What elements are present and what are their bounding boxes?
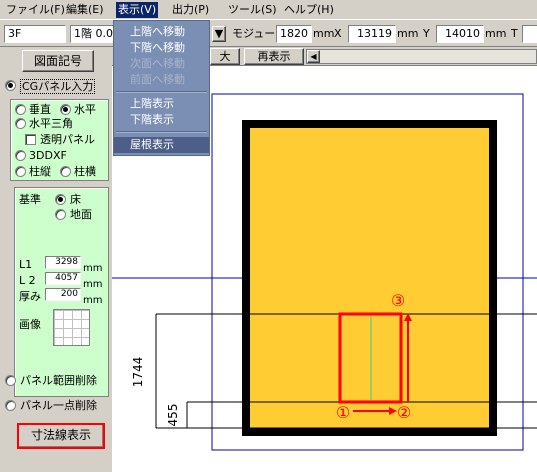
menu-view[interactable]: 表示(V) bbox=[116, 2, 159, 18]
x-label: X bbox=[334, 27, 342, 40]
l1-label: L1 bbox=[19, 258, 33, 271]
module-input[interactable]: 1820 bbox=[276, 25, 312, 43]
step-3-marker: ③ bbox=[391, 291, 405, 310]
image-label: 画像 bbox=[19, 318, 41, 331]
thickness-input[interactable]: 200 bbox=[45, 288, 81, 301]
dimension-1744-label: 1744 bbox=[131, 357, 145, 388]
redisplay-button[interactable]: 再表示 bbox=[244, 48, 304, 65]
x-unit: mm bbox=[397, 27, 419, 40]
y-unit: mm bbox=[485, 27, 507, 40]
floor-select[interactable]: 3F bbox=[4, 25, 66, 43]
horizontal-scrollbar[interactable]: ◀ bbox=[306, 49, 537, 64]
step-2-marker: ② bbox=[397, 403, 411, 422]
base-ground-radio[interactable] bbox=[55, 209, 66, 220]
l1-input[interactable]: 3298 bbox=[45, 256, 81, 269]
dxf-3d-label: 3DDXF bbox=[29, 149, 67, 162]
menu-show-roof[interactable]: 屋根表示 bbox=[114, 137, 209, 153]
menu-bar: ファイル(F) 編集(E) 表示(V) 出力(P) ツール(S) ヘルプ(H) bbox=[0, 0, 537, 20]
y-label: Y bbox=[423, 27, 430, 40]
t-input[interactable] bbox=[522, 25, 537, 43]
view-menu-dropdown: 上階へ移動 下階へ移動 次面へ移動 前面へ移動 上階表示 下階表示 屋根表示 bbox=[113, 20, 210, 156]
column-horizontal-label: 柱横 bbox=[74, 165, 96, 178]
l2-input[interactable]: 4057 bbox=[45, 272, 81, 285]
toolbar: 3F 1階 0.00 ▼ モジュール 1820 mm X 13119 mm Y … bbox=[0, 21, 537, 47]
panel-options-group: 垂直 水平 水平三角 透明パネル 3DDXF 柱縦 柱横 bbox=[10, 99, 109, 181]
chevron-down-icon: ▼ bbox=[214, 27, 224, 40]
dimension-line-button[interactable]: 寸法線表示 bbox=[17, 423, 105, 449]
transparent-panel-label: 透明パネル bbox=[40, 133, 95, 146]
menu-file[interactable]: ファイル(F) bbox=[4, 2, 67, 18]
panel-range-delete-radio[interactable] bbox=[5, 375, 16, 386]
drawing-symbol-button[interactable]: 図面記号 bbox=[22, 50, 94, 72]
t-label: T bbox=[511, 27, 518, 40]
thickness-unit: mm bbox=[83, 295, 103, 306]
roof-panel[interactable] bbox=[242, 120, 497, 436]
base-floor-label: 床 bbox=[70, 193, 81, 206]
y-coordinate-input[interactable]: 14010 bbox=[436, 25, 484, 43]
menu-separator bbox=[116, 131, 207, 133]
panel-point-delete-radio[interactable] bbox=[5, 400, 16, 411]
x-coordinate-input[interactable]: 13119 bbox=[348, 25, 396, 43]
vertical-label: 垂直 bbox=[29, 103, 51, 116]
column-vertical-radio[interactable] bbox=[15, 166, 26, 177]
transparent-panel-checkbox[interactable] bbox=[25, 134, 36, 145]
menu-tools[interactable]: ツール(S) bbox=[226, 2, 279, 18]
menu-move-next-face: 次面へ移動 bbox=[130, 57, 185, 70]
menu-help[interactable]: ヘルプ(H) bbox=[282, 2, 336, 18]
module-unit: mm bbox=[313, 27, 335, 40]
menu-output[interactable]: 出力(P) bbox=[170, 2, 211, 18]
panel-range-delete-label: パネル範囲削除 bbox=[20, 374, 97, 387]
horizontal-triangle-radio[interactable] bbox=[15, 118, 26, 129]
base-settings-group: 基準 床 地面 L1 3298 mm L 2 4057 mm 厚み 200 mm… bbox=[14, 187, 109, 397]
cg-panel-input-radio[interactable] bbox=[5, 80, 16, 91]
left-panel: 図面記号 CGパネル入力 垂直 水平 水平三角 透明パネル 3DDXF 柱縦 柱… bbox=[0, 47, 112, 472]
column-vertical-label: 柱縦 bbox=[29, 165, 51, 178]
horizontal-radio[interactable] bbox=[60, 104, 71, 115]
column-horizontal-radio[interactable] bbox=[60, 166, 71, 177]
base-floor-radio[interactable] bbox=[55, 194, 66, 205]
image-grid-preview[interactable] bbox=[53, 309, 90, 346]
dxf-3d-radio[interactable] bbox=[15, 150, 26, 161]
vertical-radio[interactable] bbox=[15, 104, 26, 115]
menu-separator bbox=[116, 91, 207, 93]
horizontal-triangle-label: 水平三角 bbox=[29, 117, 73, 130]
chevron-left-icon: ◀ bbox=[310, 52, 317, 61]
base-label: 基準 bbox=[19, 193, 41, 206]
menu-show-upper-floor[interactable]: 上階表示 bbox=[114, 96, 209, 112]
l1-unit: mm bbox=[83, 263, 103, 274]
step-1-marker: ① bbox=[336, 403, 350, 422]
base-ground-label: 地面 bbox=[70, 208, 92, 221]
menu-move-lower-floor[interactable]: 下階へ移動 bbox=[114, 40, 209, 56]
menu-show-lower-floor[interactable]: 下階表示 bbox=[114, 112, 209, 128]
panel-point-delete-label: パネル一点削除 bbox=[20, 399, 97, 412]
horizontal-label: 水平 bbox=[74, 103, 96, 116]
floor-level-field[interactable]: 1階 0.00 bbox=[70, 25, 114, 43]
cg-panel-input-label[interactable]: CGパネル入力 bbox=[20, 79, 96, 94]
zoom-large-button[interactable]: 大 bbox=[210, 48, 240, 65]
thickness-label: 厚み bbox=[19, 290, 41, 303]
menu-move-upper-floor[interactable]: 上階へ移動 bbox=[114, 24, 209, 40]
dimension-455-label: 455 bbox=[166, 404, 180, 427]
menu-edit[interactable]: 編集(E) bbox=[64, 2, 106, 18]
scroll-left-button[interactable]: ◀ bbox=[307, 50, 320, 63]
dropdown-arrow-button[interactable]: ▼ bbox=[212, 26, 226, 42]
l2-label: L 2 bbox=[19, 274, 36, 287]
menu-move-previous-face: 前面へ移動 bbox=[130, 73, 185, 86]
l2-unit: mm bbox=[83, 279, 103, 290]
